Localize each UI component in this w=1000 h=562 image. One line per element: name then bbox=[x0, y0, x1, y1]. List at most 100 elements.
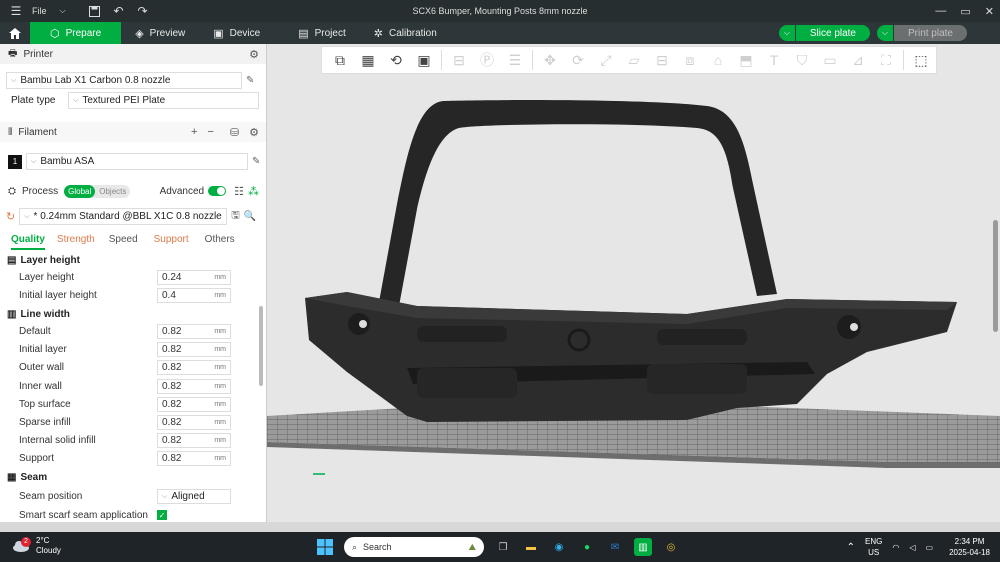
filament-settings-gear-icon[interactable]: ⚙ bbox=[249, 126, 259, 139]
plate-type-select[interactable]: ⌵ Textured PEI Plate bbox=[68, 92, 259, 109]
param-input[interactable]: 0.82 mm bbox=[157, 433, 231, 449]
assembly-icon[interactable]: ⊿ bbox=[844, 48, 872, 72]
fit-view-icon[interactable]: ⛶ bbox=[872, 48, 900, 72]
weather-widget[interactable]: 2 2°C Cloudy bbox=[12, 536, 61, 556]
advanced-toggle[interactable] bbox=[208, 186, 227, 196]
measure-icon[interactable]: ▭ bbox=[816, 48, 844, 72]
undo-icon[interactable]: ↶ bbox=[111, 3, 127, 19]
print-dropdown-icon[interactable]: ⌵ bbox=[876, 25, 893, 41]
scope-global[interactable]: Global bbox=[64, 184, 96, 198]
seam-position-select[interactable]: ⌵ Aligned bbox=[157, 489, 231, 505]
slice-plate-button[interactable]: Slice plate bbox=[795, 25, 870, 41]
param-input[interactable]: 0.82 mm bbox=[157, 360, 231, 376]
tab-others[interactable]: Others bbox=[205, 234, 235, 250]
color-paint-icon[interactable]: ⛉ bbox=[788, 48, 816, 72]
tab-preview[interactable]: ◈ Preview bbox=[121, 22, 199, 44]
edge-icon[interactable]: ◉ bbox=[550, 538, 568, 556]
volume-icon[interactable]: ◁ bbox=[909, 542, 915, 553]
edit-filament-icon[interactable]: ✎ bbox=[252, 156, 260, 167]
home-button[interactable] bbox=[0, 22, 30, 44]
arrange-icon[interactable]: ▣ bbox=[410, 48, 438, 72]
search-params-icon[interactable]: 🔍 bbox=[244, 211, 256, 222]
filament-sync-icon[interactable]: ⛁ bbox=[230, 126, 239, 139]
printer-select[interactable]: ⌵ Bambu Lab X1 Carbon 0.8 nozzle bbox=[6, 72, 242, 89]
redo-icon[interactable]: ↷ bbox=[135, 3, 151, 19]
reset-preset-icon[interactable]: ↻ bbox=[6, 210, 15, 223]
add-object-icon[interactable]: ⧉ bbox=[326, 48, 354, 72]
spotify-icon[interactable]: ● bbox=[578, 538, 596, 556]
param-input[interactable]: 0.4 mm bbox=[157, 287, 231, 303]
windows-start-icon[interactable] bbox=[316, 538, 334, 556]
show-hidden-icons-icon[interactable]: ⌃ bbox=[847, 542, 855, 553]
chevron-down-icon[interactable]: ⌵ bbox=[55, 3, 71, 19]
tab-prepare[interactable]: ⬡ Prepare bbox=[30, 22, 122, 44]
param-input[interactable]: 0.82 mm bbox=[157, 414, 231, 430]
file-menu[interactable]: File bbox=[32, 6, 47, 16]
param-input[interactable]: 0.24 mm bbox=[157, 269, 231, 285]
move-icon[interactable]: ✥ bbox=[536, 48, 564, 72]
scarf-checkbox[interactable]: ✓ bbox=[157, 510, 167, 521]
close-icon[interactable]: ✕ bbox=[985, 5, 994, 18]
lay-on-face-icon[interactable]: ▱ bbox=[620, 48, 648, 72]
process-scope-toggle[interactable]: Global Objects bbox=[64, 184, 131, 198]
param-row: Sparse infill 0.82 mm bbox=[0, 413, 258, 431]
process-tree-icon[interactable]: ⁂ bbox=[248, 185, 259, 198]
params-scrollbar[interactable] bbox=[259, 306, 263, 386]
add-filament-icon[interactable]: + bbox=[191, 126, 197, 139]
tab-quality[interactable]: Quality bbox=[11, 234, 45, 250]
assembly-view-icon[interactable]: ⬚ bbox=[907, 48, 935, 72]
taskbar-search[interactable]: ⌕ Search ⛰ bbox=[344, 537, 484, 557]
file-explorer-icon[interactable]: ▬ bbox=[522, 538, 540, 556]
mesh-boolean-icon[interactable]: ⧈ bbox=[676, 48, 704, 72]
tab-calibration[interactable]: ✲ Calibration bbox=[360, 22, 451, 44]
tab-speed[interactable]: Speed bbox=[109, 234, 138, 250]
language-indicator[interactable]: ENG US bbox=[865, 536, 882, 558]
param-input[interactable]: 0.82 mm bbox=[157, 342, 231, 358]
cut-icon[interactable]: ⊟ bbox=[648, 48, 676, 72]
tab-support[interactable]: Support bbox=[154, 234, 189, 250]
viewport-scrollbar[interactable] bbox=[993, 220, 998, 332]
slice-dropdown-icon[interactable]: ⌵ bbox=[778, 25, 795, 41]
process-preset-row: ↻ ⌵ * 0.24mm Standard @BBL X1C 0.8 nozzl… bbox=[6, 208, 256, 225]
process-preset-select[interactable]: ⌵ * 0.24mm Standard @BBL X1C 0.8 nozzle bbox=[19, 208, 228, 225]
param-label: Internal solid infill bbox=[19, 435, 96, 447]
param-input[interactable]: 0.82 mm bbox=[157, 451, 231, 467]
support-paint-icon[interactable]: ⌂ bbox=[704, 48, 732, 72]
3d-viewport[interactable]: ⧉ ▦ ⟲ ▣ ⊟ Ⓟ ☰ ✥ ⟳ ⤢ ▱ ⊟ ⧈ ⌂ ⬒ T ⛉ ▭ ⊿ ⛶ … bbox=[267, 44, 1000, 522]
add-plate-icon[interactable]: ▦ bbox=[354, 48, 382, 72]
compare-presets-icon[interactable]: ☷ bbox=[234, 185, 244, 198]
param-input[interactable]: 0.82 mm bbox=[157, 396, 231, 412]
scale-icon[interactable]: ⤢ bbox=[592, 48, 620, 72]
tab-strength[interactable]: Strength bbox=[57, 234, 95, 250]
bambu-studio-icon[interactable]: ▥ bbox=[634, 538, 652, 556]
filament-select[interactable]: ⌵ Bambu ASA bbox=[26, 153, 248, 170]
minimize-icon[interactable]: — bbox=[935, 5, 946, 17]
printer-settings-gear-icon[interactable]: ⚙ bbox=[249, 48, 259, 61]
seam-paint-icon[interactable]: ⬒ bbox=[732, 48, 760, 72]
param-input[interactable]: 0.82 mm bbox=[157, 378, 231, 394]
print-plate-button[interactable]: Print plate bbox=[893, 25, 967, 41]
chrome-icon[interactable]: ◎ bbox=[662, 538, 680, 556]
rotate-icon[interactable]: ⟳ bbox=[564, 48, 592, 72]
auto-orient-icon[interactable]: ⟲ bbox=[382, 48, 410, 72]
hamburger-menu-icon[interactable]: ☰ bbox=[8, 3, 24, 19]
clock[interactable]: 2:34 PM 2025-04-18 bbox=[949, 536, 990, 558]
param-unit: mm bbox=[214, 400, 226, 408]
split-objects-icon[interactable]: ⊟ bbox=[445, 48, 473, 72]
layers-editing-icon[interactable]: ☰ bbox=[501, 48, 529, 72]
task-view-icon[interactable]: ❐ bbox=[494, 538, 512, 556]
wifi-icon[interactable]: ◠ bbox=[892, 542, 899, 553]
battery-icon[interactable]: ▭ bbox=[926, 542, 934, 553]
scope-objects[interactable]: Objects bbox=[95, 185, 130, 198]
tab-device[interactable]: ▣ Device bbox=[199, 22, 274, 44]
save-icon[interactable] bbox=[87, 3, 103, 19]
text-icon[interactable]: T bbox=[760, 48, 788, 72]
outlook-icon[interactable]: ✉ bbox=[606, 538, 624, 556]
param-input[interactable]: 0.82 mm bbox=[157, 323, 231, 339]
maximize-icon[interactable]: ▭ bbox=[960, 5, 970, 18]
edit-printer-icon[interactable]: ✎ bbox=[246, 75, 254, 86]
save-preset-icon[interactable]: 🖫 bbox=[231, 208, 240, 225]
remove-filament-icon[interactable]: − bbox=[207, 126, 213, 139]
split-parts-icon[interactable]: Ⓟ bbox=[473, 48, 501, 72]
tab-project[interactable]: ▤ Project bbox=[284, 22, 360, 44]
